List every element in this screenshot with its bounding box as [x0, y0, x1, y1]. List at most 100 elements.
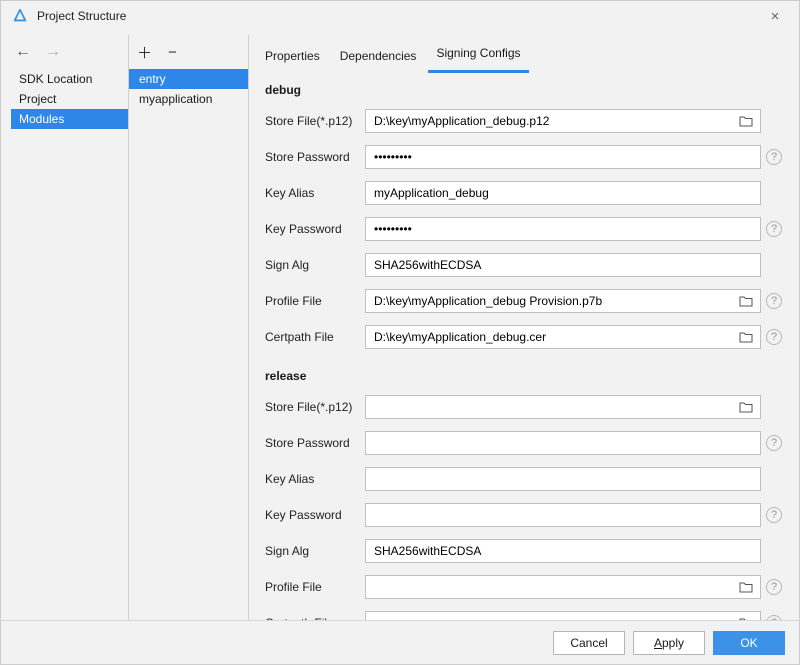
apply-button[interactable]: Apply: [633, 631, 705, 655]
profile-file-label: Profile File: [259, 294, 365, 308]
store-file-label: Store File(*.p12): [259, 400, 365, 414]
certpath-file-label: Certpath File: [259, 330, 365, 344]
release-key-alias-row: Key Alias: [259, 461, 787, 497]
app-logo-icon: [11, 7, 29, 25]
ok-button[interactable]: OK: [713, 631, 785, 655]
debug-store-file-field[interactable]: [365, 109, 761, 133]
debug-sign-alg-input[interactable]: [372, 254, 754, 276]
debug-store-password-field[interactable]: [365, 145, 761, 169]
nav-column: ← → SDK LocationProjectModules: [11, 35, 129, 620]
nav-list: SDK LocationProjectModules: [11, 69, 128, 620]
release-sign-alg-input[interactable]: [372, 540, 754, 562]
debug-key-alias-row: Key Alias: [259, 175, 787, 211]
debug-key-password-field[interactable]: [365, 217, 761, 241]
release-profile-file-input[interactable]: [372, 576, 734, 598]
module-item-entry[interactable]: entry: [129, 69, 248, 89]
release-store-password-field[interactable]: [365, 431, 761, 455]
module-item-myapplication[interactable]: myapplication: [129, 89, 248, 109]
release-profile-file-row: Profile File ?: [259, 569, 787, 605]
debug-store-password-input[interactable]: [372, 146, 754, 168]
section-debug-title: debug: [259, 77, 787, 103]
tabs: PropertiesDependenciesSigning Configs: [257, 35, 789, 73]
store-file-label: Store File(*.p12): [259, 114, 365, 128]
tab-dependencies[interactable]: Dependencies: [332, 41, 425, 73]
section-release-title: release: [259, 363, 787, 389]
help-icon[interactable]: ?: [766, 221, 782, 237]
release-store-file-row: Store File(*.p12): [259, 389, 787, 425]
key-alias-label: Key Alias: [259, 186, 365, 200]
main-panel: PropertiesDependenciesSigning Configs de…: [249, 35, 789, 620]
release-certpath-file-field[interactable]: [365, 611, 761, 620]
help-icon[interactable]: ?: [766, 329, 782, 345]
module-column: ＋ − entrymyapplication: [129, 35, 249, 620]
add-module-button[interactable]: ＋: [137, 42, 152, 63]
nav-item-modules[interactable]: Modules: [11, 109, 128, 129]
nav-history-arrows: ← →: [11, 35, 128, 69]
debug-certpath-file-field[interactable]: [365, 325, 761, 349]
debug-profile-file-field[interactable]: [365, 289, 761, 313]
key-alias-label: Key Alias: [259, 472, 365, 486]
release-store-file-input[interactable]: [372, 396, 734, 418]
release-sign-alg-row: Sign Alg: [259, 533, 787, 569]
module-list: entrymyapplication: [129, 69, 248, 620]
debug-store-file-input[interactable]: [372, 110, 734, 132]
folder-icon[interactable]: [738, 399, 754, 415]
debug-key-password-input[interactable]: [372, 218, 754, 240]
help-icon[interactable]: ?: [766, 435, 782, 451]
module-toolbar: ＋ −: [129, 35, 248, 69]
release-profile-file-field[interactable]: [365, 575, 761, 599]
debug-sign-alg-field[interactable]: [365, 253, 761, 277]
debug-store-file-row: Store File(*.p12): [259, 103, 787, 139]
debug-key-alias-field[interactable]: [365, 181, 761, 205]
debug-key-alias-input[interactable]: [372, 182, 754, 204]
release-store-password-row: Store Password ?: [259, 425, 787, 461]
remove-module-button[interactable]: −: [168, 44, 177, 61]
nav-item-sdk-location[interactable]: SDK Location: [11, 69, 128, 89]
folder-icon[interactable]: [738, 329, 754, 345]
debug-key-password-row: Key Password ?: [259, 211, 787, 247]
help-icon[interactable]: ?: [766, 507, 782, 523]
nav-forward-icon: →: [45, 43, 61, 61]
key-password-label: Key Password: [259, 222, 365, 236]
store-password-label: Store Password: [259, 436, 365, 450]
key-password-label: Key Password: [259, 508, 365, 522]
dialog-body: ← → SDK LocationProjectModules ＋ − entry…: [1, 31, 799, 620]
debug-certpath-file-row: Certpath File ?: [259, 319, 787, 355]
profile-file-label: Profile File: [259, 580, 365, 594]
folder-icon[interactable]: [738, 579, 754, 595]
debug-store-password-row: Store Password ?: [259, 139, 787, 175]
release-key-password-field[interactable]: [365, 503, 761, 527]
release-certpath-file-row: Certpath File ?: [259, 605, 787, 620]
sign-alg-label: Sign Alg: [259, 258, 365, 272]
release-store-password-input[interactable]: [372, 432, 754, 454]
help-icon[interactable]: ?: [766, 293, 782, 309]
folder-icon[interactable]: [738, 113, 754, 129]
release-certpath-file-input[interactable]: [372, 612, 734, 620]
tab-properties[interactable]: Properties: [257, 41, 328, 73]
window-title: Project Structure: [37, 9, 761, 23]
release-key-alias-field[interactable]: [365, 467, 761, 491]
debug-sign-alg-row: Sign Alg: [259, 247, 787, 283]
nav-back-icon[interactable]: ←: [15, 43, 31, 61]
help-icon[interactable]: ?: [766, 579, 782, 595]
cancel-button[interactable]: Cancel: [553, 631, 625, 655]
folder-icon[interactable]: [738, 293, 754, 309]
sign-alg-label: Sign Alg: [259, 544, 365, 558]
project-structure-dialog: Project Structure × ← → SDK LocationProj…: [0, 0, 800, 665]
store-password-label: Store Password: [259, 150, 365, 164]
nav-item-project[interactable]: Project: [11, 89, 128, 109]
close-button[interactable]: ×: [761, 8, 789, 25]
debug-profile-file-row: Profile File ?: [259, 283, 787, 319]
release-key-password-row: Key Password ?: [259, 497, 787, 533]
release-key-alias-input[interactable]: [372, 468, 754, 490]
signing-form: debug Store File(*.p12) Store Password: [257, 73, 789, 620]
release-key-password-input[interactable]: [372, 504, 754, 526]
release-sign-alg-field[interactable]: [365, 539, 761, 563]
tab-signing-configs[interactable]: Signing Configs: [428, 38, 528, 73]
dialog-footer: Cancel Apply OK: [1, 620, 799, 664]
help-icon[interactable]: ?: [766, 149, 782, 165]
debug-certpath-file-input[interactable]: [372, 326, 734, 348]
debug-profile-file-input[interactable]: [372, 290, 734, 312]
release-store-file-field[interactable]: [365, 395, 761, 419]
titlebar: Project Structure ×: [1, 1, 799, 31]
